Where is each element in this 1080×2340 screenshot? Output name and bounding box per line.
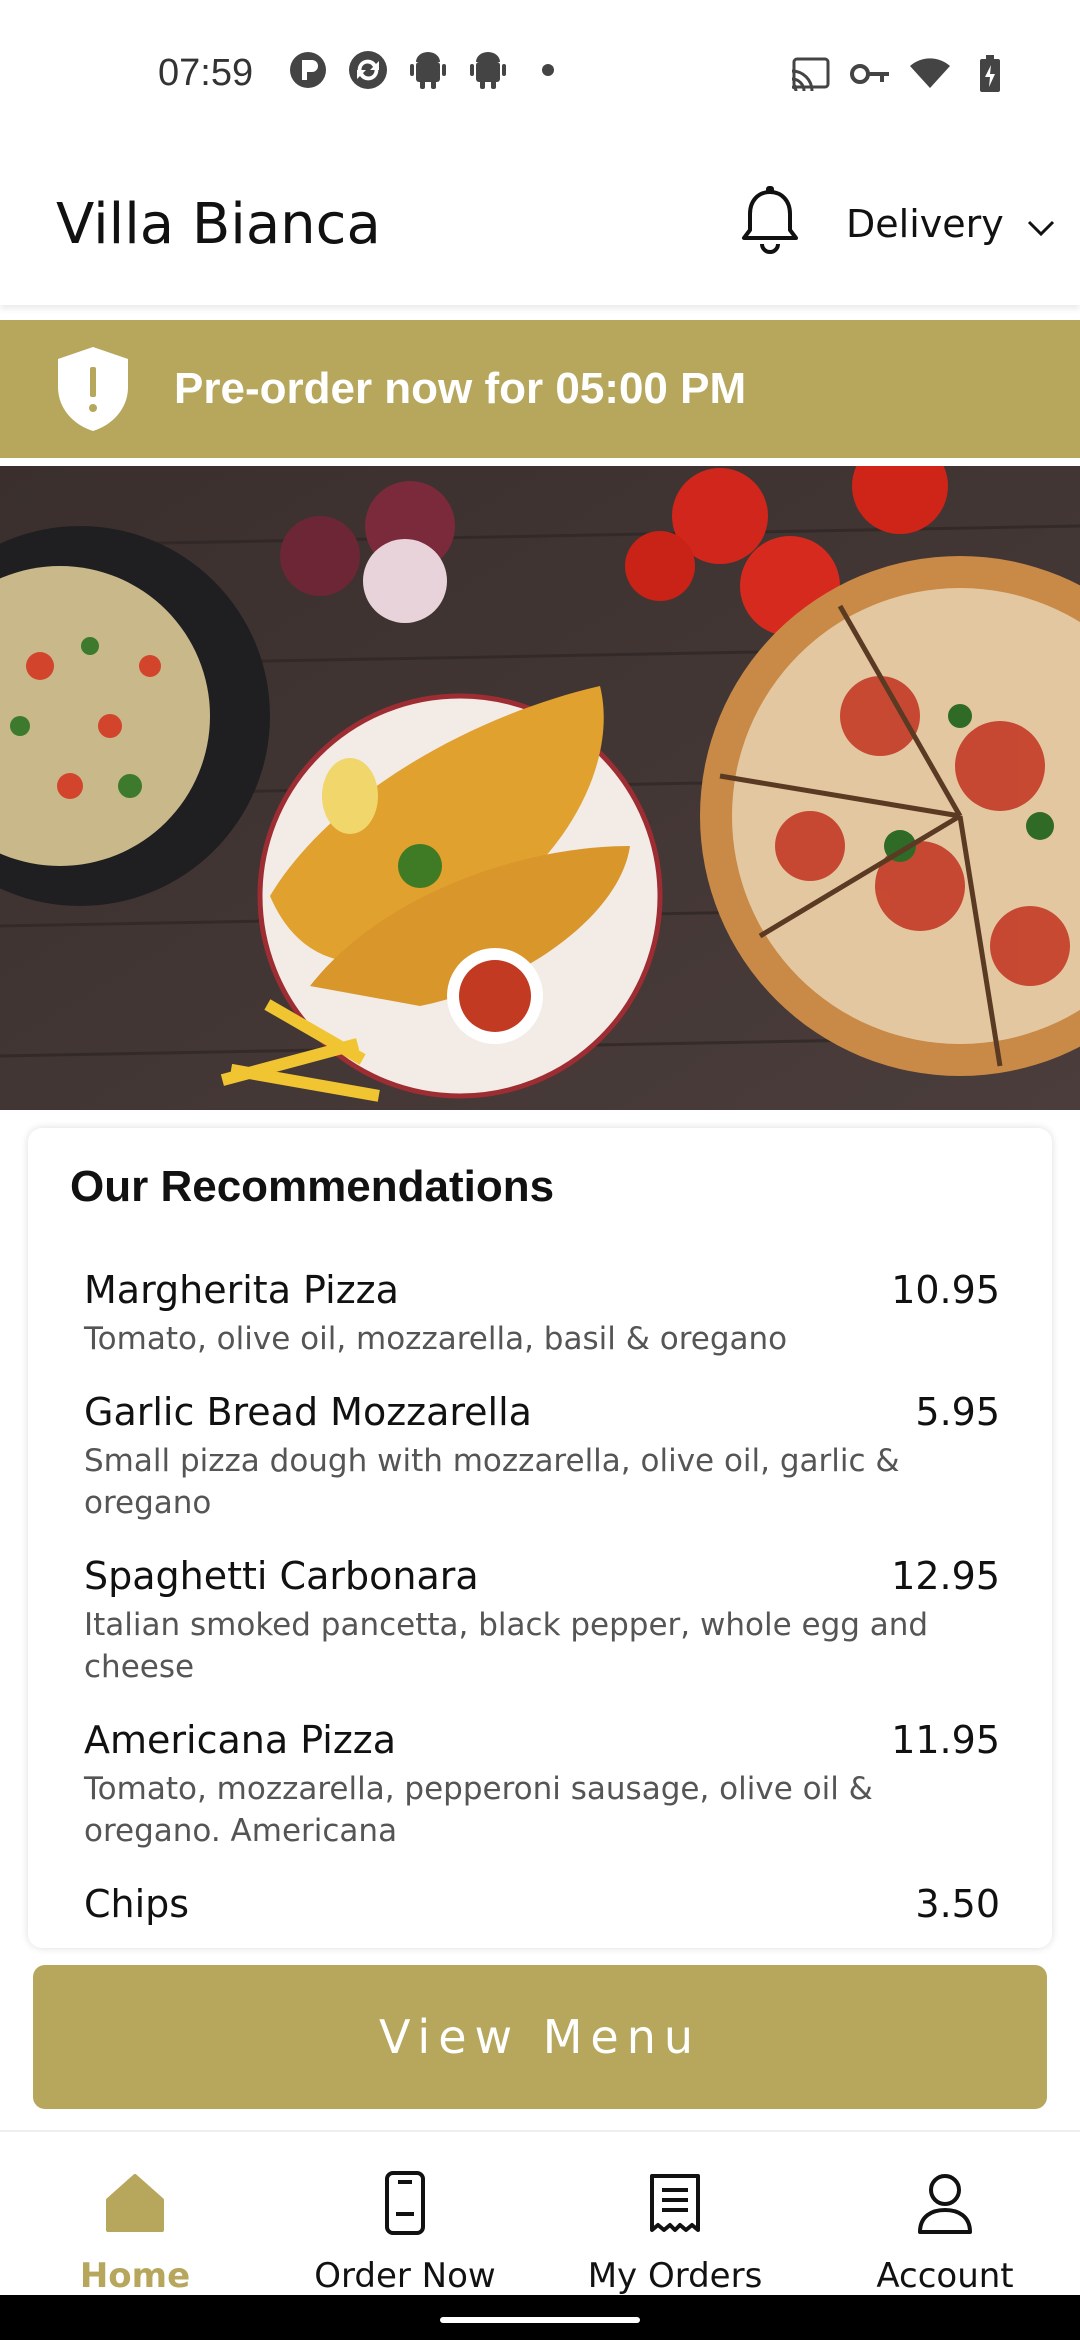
delivery-mode-selector[interactable]: Delivery [846, 202, 1056, 246]
item-description: Tomato, mozzarella, pepperoni sausage, o… [84, 1771, 873, 1849]
restaurant-title: Villa Bianca [56, 192, 381, 257]
nav-label-order-now: Order Now [314, 2256, 496, 2296]
item-price: 12.95 [891, 1554, 1000, 1598]
status-time: 07:59 [158, 52, 254, 94]
nav-label-home: Home [79, 2256, 191, 2296]
delivery-label: Delivery [846, 202, 1004, 246]
list-item[interactable]: Garlic Bread Mozzarella 5.95 Small pizza… [84, 1390, 1000, 1524]
cast-icon [790, 54, 830, 94]
vpn-key-icon [850, 54, 890, 94]
receipt-icon [642, 2170, 708, 2236]
list-item[interactable]: Spaghetti Carbonara 12.95 Italian smoked… [84, 1554, 1000, 1688]
preorder-banner: Pre-order now for 05:00 PM [0, 320, 1080, 458]
item-description: Italian smoked pancetta, black pepper, w… [84, 1607, 929, 1685]
list-item[interactable]: Chips 3.50 [84, 1882, 1000, 1926]
sync-app-icon [348, 50, 388, 90]
nav-item-my-orders[interactable]: My Orders [540, 2132, 810, 2296]
item-name: Margherita Pizza [84, 1268, 399, 1312]
list-item[interactable]: Americana Pizza 11.95 Tomato, mozzarella… [84, 1718, 1000, 1852]
recommendations-list: Margherita Pizza 10.95 Tomato, olive oil… [84, 1268, 1000, 1956]
item-name: Garlic Bread Mozzarella [84, 1390, 532, 1434]
system-gesture-area [0, 2295, 1080, 2340]
list-item[interactable]: Margherita Pizza 10.95 Tomato, olive oil… [84, 1268, 1000, 1360]
home-icon [102, 2170, 168, 2236]
wifi-icon [910, 54, 950, 94]
status-icons-right [790, 54, 1010, 94]
nav-item-home[interactable]: Home [0, 2132, 270, 2296]
recommendations-title: Our Recommendations [70, 1162, 555, 1211]
bottom-navigation: Home Order Now My Orders Account [0, 2130, 1080, 2296]
status-bar: 07:59 [0, 0, 1080, 150]
app-header: Villa Bianca Delivery [0, 150, 1080, 305]
p-app-icon [288, 50, 328, 90]
nav-item-account[interactable]: Account [810, 2132, 1080, 2296]
item-price: 10.95 [891, 1268, 1000, 1312]
item-price: 5.95 [915, 1390, 1000, 1434]
phone-order-icon [372, 2170, 438, 2236]
nav-item-order-now[interactable]: Order Now [270, 2132, 540, 2296]
android-icon [468, 50, 508, 90]
gesture-handle[interactable] [440, 2317, 640, 2323]
item-name: Americana Pizza [84, 1718, 397, 1762]
battery-charging-icon [970, 54, 1010, 94]
dot-icon [528, 50, 568, 90]
item-price: 3.50 [915, 1882, 1000, 1926]
hero-food-image [0, 466, 1080, 1110]
recommendations-card: Our Recommendations Margherita Pizza 10.… [28, 1128, 1052, 1948]
preorder-text: Pre-order now for 05:00 PM [174, 364, 747, 413]
status-icons-left [288, 50, 568, 90]
shield-alert-icon [56, 345, 130, 433]
item-description: Small pizza dough with mozzarella, olive… [84, 1443, 900, 1521]
item-description: Tomato, olive oil, mozzarella, basil & o… [84, 1321, 788, 1357]
chevron-down-icon [1026, 202, 1056, 246]
view-menu-button[interactable]: View Menu [33, 1965, 1047, 2109]
person-icon [912, 2170, 978, 2236]
nav-label-account: Account [876, 2256, 1014, 2296]
nav-label-my-orders: My Orders [587, 2256, 763, 2296]
item-name: Spaghetti Carbonara [84, 1554, 479, 1598]
item-price: 11.95 [891, 1718, 1000, 1762]
item-name: Chips [84, 1882, 190, 1926]
bell-icon[interactable] [740, 186, 800, 258]
android-icon [408, 50, 448, 90]
